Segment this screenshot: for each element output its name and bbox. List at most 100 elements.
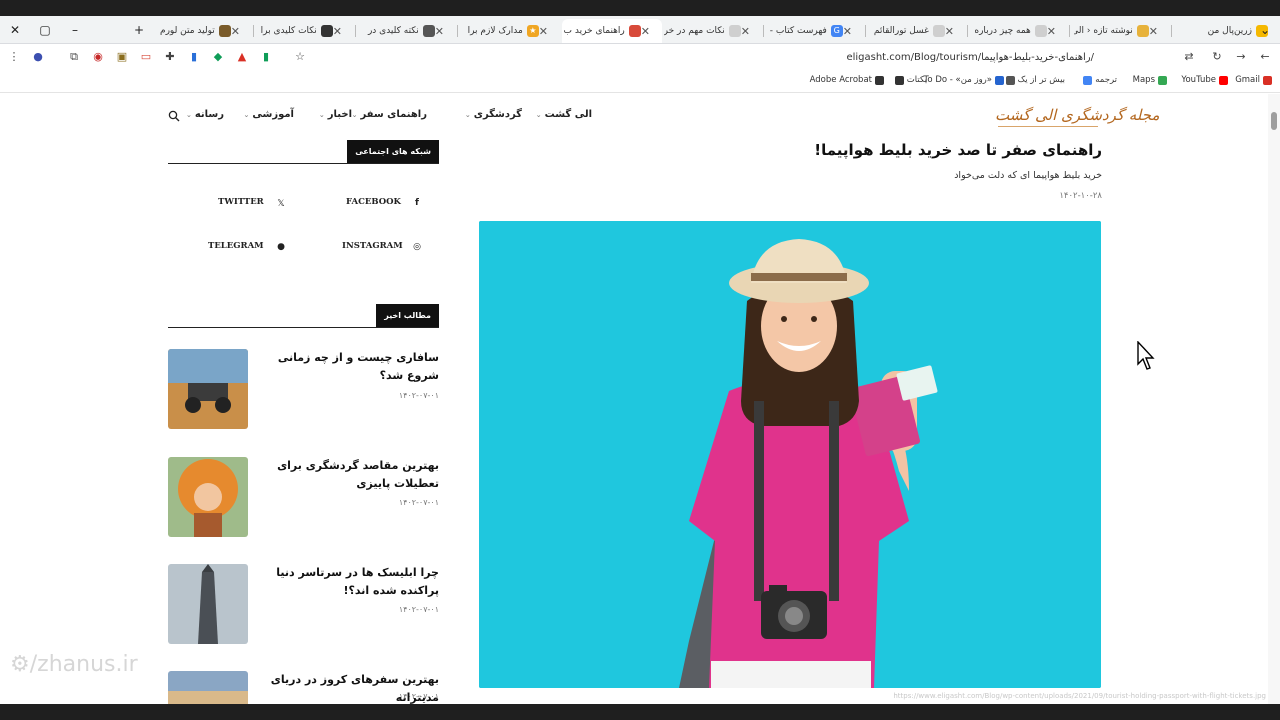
- nav-tourism[interactable]: گردشگری⌄: [465, 109, 522, 120]
- close-window-icon[interactable]: ✕: [0, 16, 30, 44]
- close-icon[interactable]: ✕: [539, 25, 548, 38]
- nav-media[interactable]: رسانه⌄: [186, 109, 224, 120]
- eligasht-favicon: [628, 25, 641, 37]
- extension-icon[interactable]: ▮: [185, 48, 203, 66]
- nav-education[interactable]: آموزشی⌄: [244, 109, 294, 120]
- telegram-icon[interactable]: ●: [275, 241, 287, 253]
- nav-travel-guide[interactable]: راهنمای سفر⌄: [352, 109, 427, 120]
- bookmark-translate[interactable]: ترجمه: [1083, 75, 1117, 85]
- recent-posts-header: مطالب اخیر: [168, 304, 439, 328]
- bookmark-youtube[interactable]: YouTube: [1181, 75, 1228, 85]
- close-icon[interactable]: ✕: [435, 25, 444, 38]
- chevron-down-icon: ⌄: [185, 111, 192, 119]
- tab-8[interactable]: ✕ نکته کلیدی در: [358, 19, 456, 43]
- nav-news[interactable]: اخبار⌄: [319, 109, 352, 120]
- bookmark-more[interactable]: بیش تر از یک: [1005, 75, 1065, 85]
- close-icon[interactable]: ✕: [333, 25, 342, 38]
- profile-avatar[interactable]: ●: [29, 48, 47, 66]
- bookmark-adobe[interactable]: Adobe Acrobat: [810, 75, 884, 85]
- chevron-down-icon: ⌄: [464, 111, 471, 119]
- bookmark-star-icon[interactable]: ☆: [291, 48, 309, 66]
- address-bar[interactable]: eligasht.com/Blog/tourism/راهنمای-خرید-ب…: [315, 47, 1200, 69]
- x-twitter-icon[interactable]: 𝕏: [275, 198, 287, 210]
- page-scrollbar[interactable]: [1268, 94, 1280, 704]
- tab-9[interactable]: ✕ نکات کلیدی برا: [256, 19, 354, 43]
- close-icon[interactable]: ✕: [843, 25, 852, 38]
- post-thumbnail-autumn[interactable]: [168, 457, 248, 537]
- bookmark-yektat[interactable]: یکتات: [894, 75, 927, 85]
- facebook-icon[interactable]: f: [411, 197, 423, 209]
- search-icon[interactable]: [168, 110, 180, 122]
- extension-icon[interactable]: ▮: [257, 48, 275, 66]
- extensions-puzzle-icon[interactable]: ⧉: [65, 48, 83, 66]
- tab-6-active[interactable]: ✕ راهنمای خرید ب: [562, 19, 662, 43]
- close-icon[interactable]: ✕: [231, 25, 240, 38]
- translate-icon: [1083, 75, 1093, 85]
- post-title-obelisk[interactable]: چرا ابلیسک ها در سرتاسر دنیا پراکنده شده…: [259, 564, 439, 600]
- social-section-title: شبکه های اجتماعی: [347, 140, 439, 163]
- instagram-icon[interactable]: ◎: [411, 241, 423, 253]
- close-icon[interactable]: ✕: [1149, 25, 1158, 38]
- url-text: eligasht.com/Blog/tourism/راهنمای-خرید-ب…: [846, 52, 1094, 63]
- chevron-down-icon: ⌄: [535, 111, 542, 119]
- new-tab-icon[interactable]: +: [124, 16, 154, 44]
- facebook-link[interactable]: FACEBOOK: [346, 197, 401, 207]
- obelisk-image: [168, 564, 248, 644]
- post-thumbnail-cruise[interactable]: [168, 671, 248, 704]
- post-title-autumn[interactable]: بهترین مقاصد گردشگری برای تعطیلات پاییزی: [259, 457, 439, 493]
- site-settings-icon[interactable]: ⇄: [1180, 48, 1198, 66]
- star-icon: ★: [526, 25, 539, 37]
- twitter-link[interactable]: TWITTER: [218, 197, 264, 207]
- close-icon[interactable]: ✕: [741, 25, 750, 38]
- tab-favicon: [320, 25, 333, 37]
- nav-eligasht[interactable]: الی گشت⌄: [536, 109, 592, 120]
- minimize-icon[interactable]: –: [60, 16, 90, 44]
- acrobat-extension-icon[interactable]: ▲: [233, 48, 251, 66]
- cruise-sea-image: [168, 671, 248, 704]
- post-date: ۱۴۰۲-۰۷-۰۱: [398, 498, 439, 507]
- back-icon[interactable]: ←: [1256, 48, 1274, 66]
- site-logo[interactable]: مجله گردشگری الی گشت: [995, 106, 1160, 124]
- menu-icon[interactable]: ⋮: [5, 48, 23, 66]
- tab-7[interactable]: ✕ ★ مدارک لازم برا: [462, 19, 560, 43]
- tab-4[interactable]: ✕ G فهرست کتاب -: [766, 19, 864, 43]
- extension-icon[interactable]: ▣: [113, 48, 131, 66]
- tab-favicon: [728, 25, 741, 37]
- post-thumbnail-obelisk[interactable]: [168, 564, 248, 644]
- tab-5[interactable]: ✕ نکات مهم در خر: [664, 19, 762, 43]
- gmail-icon: [1263, 75, 1272, 85]
- watermark: ⚙/zhanus.ir: [10, 652, 138, 677]
- forward-icon[interactable]: →: [1232, 48, 1250, 66]
- extension-icon[interactable]: ✚: [161, 48, 179, 66]
- mouse-cursor-icon: [1137, 341, 1155, 370]
- drive-extension-icon[interactable]: ◆: [209, 48, 227, 66]
- tab-favicon: [932, 25, 945, 37]
- chevron-down-icon: ⌄: [318, 111, 325, 119]
- close-icon[interactable]: ✕: [945, 25, 954, 38]
- chevron-down-icon: ⌄: [351, 111, 358, 119]
- extension-icon[interactable]: ▭: [137, 48, 155, 66]
- bookmark-todo[interactable]: To Do - «روز من»: [924, 75, 1004, 85]
- tab-favicon: [422, 25, 435, 37]
- close-icon[interactable]: ✕: [1047, 25, 1056, 38]
- maps-icon: [1158, 75, 1167, 85]
- bookmark-maps[interactable]: Maps: [1133, 75, 1167, 85]
- maximize-icon[interactable]: ▢: [30, 16, 60, 44]
- bookmark-gmail[interactable]: Gmail: [1235, 75, 1272, 85]
- post-title-safari[interactable]: سافاری چیست و از چه زمانی شروع شد؟: [259, 349, 439, 385]
- extension-icon[interactable]: ◉: [89, 48, 107, 66]
- scrollbar-thumb[interactable]: [1271, 112, 1277, 130]
- close-icon[interactable]: ✕: [641, 25, 650, 38]
- reload-icon[interactable]: ↻: [1208, 48, 1226, 66]
- post-thumbnail-safari[interactable]: [168, 349, 248, 429]
- watermark-gear-icon: ⚙: [10, 652, 30, 677]
- telegram-link[interactable]: TELEGRAM: [208, 241, 264, 251]
- instagram-link[interactable]: INSTAGRAM: [342, 241, 403, 251]
- tab-2[interactable]: ✕ همه چیز درباره: [970, 19, 1068, 43]
- safari-buggy-image: [168, 349, 248, 429]
- tab-1[interactable]: ✕ نوشته تازه ‹ الی: [1074, 19, 1170, 43]
- tab-10[interactable]: ✕ تولید متن لورم: [148, 19, 252, 43]
- google-icon: G: [830, 25, 843, 37]
- tab-search-chevron-icon[interactable]: ⌄: [1250, 16, 1280, 44]
- tab-3[interactable]: ✕ غسل تورالقائم: [868, 19, 966, 43]
